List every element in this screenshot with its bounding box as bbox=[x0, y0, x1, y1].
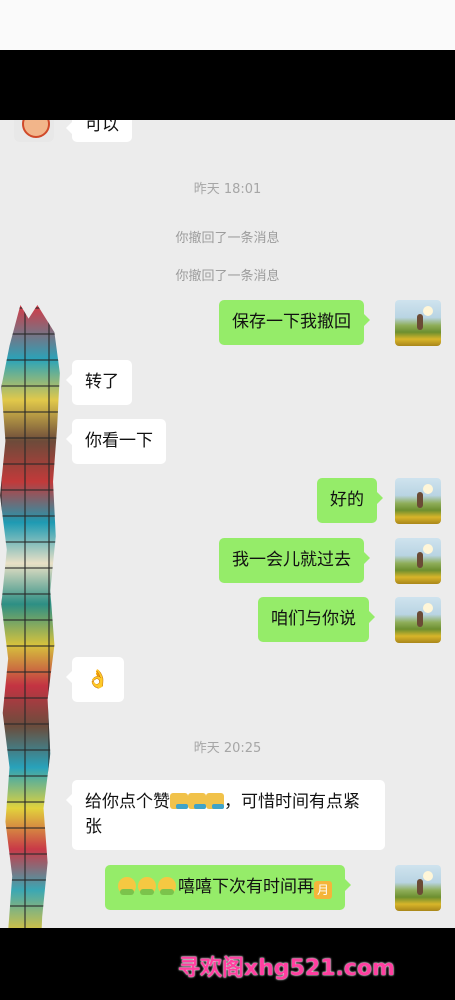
message-text: 我一会儿就过去 bbox=[232, 550, 351, 570]
my-avatar[interactable] bbox=[395, 538, 441, 584]
message-in[interactable]: 转了 bbox=[66, 360, 132, 405]
message-in-partial[interactable]: 可以 bbox=[66, 120, 132, 142]
my-avatar[interactable] bbox=[395, 478, 441, 524]
message-text: 给你点个赞 bbox=[85, 792, 170, 812]
message-text: 转了 bbox=[85, 372, 119, 392]
message-out[interactable]: 嘻嘻下次有时间再月 bbox=[105, 865, 351, 910]
month-badge-icon: 月 bbox=[314, 881, 332, 899]
message-in[interactable]: 👌 bbox=[66, 657, 124, 702]
status-area bbox=[0, 0, 455, 50]
chat-area[interactable]: 可以 昨天 18:01 你撤回了一条消息 你撤回了一条消息 保存一下我撤回 转了… bbox=[0, 120, 455, 928]
message-text: 好的 bbox=[330, 490, 364, 510]
contact-avatar[interactable] bbox=[14, 120, 54, 142]
recall-notice: 你撤回了一条消息 bbox=[175, 231, 280, 246]
thumbs-up-icon bbox=[188, 793, 206, 809]
thumbs-up-icon bbox=[206, 793, 224, 809]
my-avatar[interactable] bbox=[395, 300, 441, 346]
ok-hand-icon: 👌 bbox=[86, 669, 110, 690]
message-out[interactable]: 保存一下我撤回 bbox=[219, 300, 370, 345]
message-text: 你看一下 bbox=[85, 431, 153, 451]
recall-notice: 你撤回了一条消息 bbox=[175, 269, 280, 284]
my-avatar[interactable] bbox=[395, 865, 441, 911]
watermark: 寻欢阁xhg521.com bbox=[178, 956, 395, 981]
title-bar-redacted bbox=[0, 50, 455, 120]
chick-emoji-icon bbox=[138, 877, 156, 895]
message-out[interactable]: 好的 bbox=[317, 478, 383, 523]
message-text: 可以 bbox=[85, 120, 119, 135]
message-text: 咱们与你说 bbox=[271, 609, 356, 629]
message-in[interactable]: 给你点个赞 ，可惜时间有点紧张 bbox=[66, 780, 385, 850]
message-text: 嘻嘻下次有时间再 bbox=[178, 877, 314, 897]
redacted-avatar-mosaic bbox=[0, 305, 60, 928]
chick-emoji-icon bbox=[118, 877, 136, 895]
thumbs-up-icon bbox=[170, 793, 188, 809]
message-in[interactable]: 你看一下 bbox=[66, 419, 166, 464]
timestamp: 昨天 20:25 bbox=[193, 741, 262, 756]
chick-emoji-icon bbox=[158, 877, 176, 895]
message-text: 保存一下我撤回 bbox=[232, 312, 351, 332]
message-out[interactable]: 我一会儿就过去 bbox=[219, 538, 370, 583]
timestamp: 昨天 18:01 bbox=[193, 182, 262, 197]
my-avatar[interactable] bbox=[395, 597, 441, 643]
message-out[interactable]: 咱们与你说 bbox=[258, 597, 375, 642]
